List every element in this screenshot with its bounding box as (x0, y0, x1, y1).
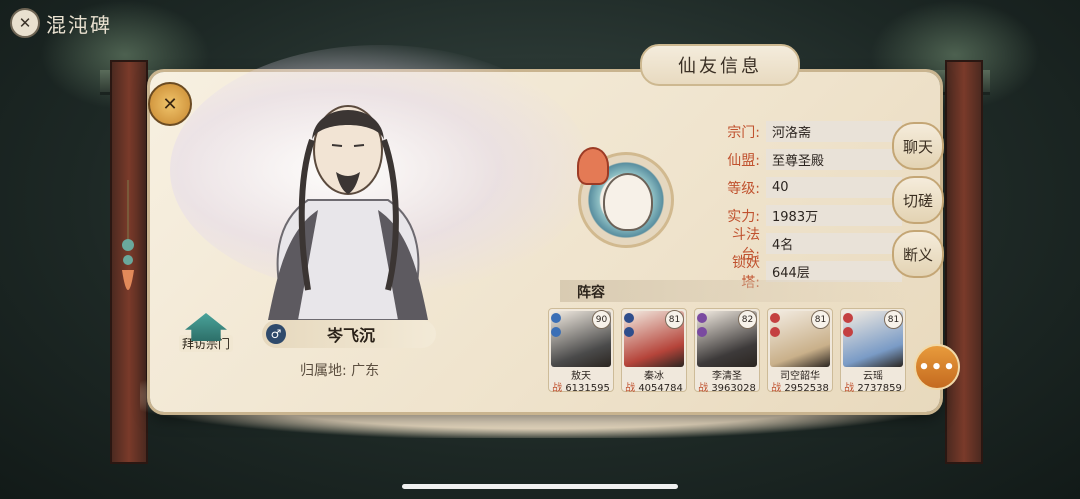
info-label: 仙盟: (727, 152, 760, 169)
hero-card[interactable]: 82 李清圣战 3963028 (694, 308, 760, 394)
sect-medal-icon: ✕ (148, 82, 192, 126)
info-list: 宗门: 河洛斋 仙盟: 至尊圣殿 等级: 40 实力: 1983万 斗法台: 4… (714, 118, 902, 291)
power-prefix: 战 (771, 383, 782, 394)
info-row-level: 等级: 40 (714, 174, 902, 201)
hero-card[interactable]: 81 司空韶华战 2952538 (767, 308, 833, 394)
element-icon (624, 313, 634, 323)
power-value: 3963028 (711, 383, 756, 394)
male-icon: ♂ (266, 324, 286, 344)
lineup-label: 阵容 (577, 285, 605, 301)
visit-sect-button[interactable]: 拜访宗门 (178, 300, 234, 352)
more-button[interactable]: ••• (914, 344, 960, 390)
element-icon (551, 327, 561, 337)
avatar-face (603, 173, 653, 231)
gate-pillar-right (945, 60, 983, 464)
hero-level: 81 (884, 310, 903, 329)
player-avatar[interactable] (577, 147, 674, 248)
chat-button[interactable]: 聊天 (892, 122, 944, 170)
power-prefix: 战 (625, 383, 636, 394)
element-icon (843, 313, 853, 323)
hero-card[interactable]: 90 敖天战 6131595 (548, 308, 614, 394)
hero-level: 90 (592, 310, 611, 329)
hero-power: 战 6131595 (549, 379, 613, 394)
hero-card[interactable]: 81 秦冰战 4054784 (621, 308, 687, 394)
top-bar: ✕ 混沌碑 (10, 8, 112, 38)
hero-power: 战 3963028 (695, 379, 759, 394)
close-icon[interactable]: ✕ (10, 8, 40, 38)
hero-level: 81 (811, 310, 830, 329)
info-label: 等级: (727, 180, 760, 197)
power-value: 6131595 (565, 383, 610, 394)
power-value: 2952538 (784, 383, 829, 394)
info-label: 实力: (727, 208, 760, 225)
lineup-header-bar (560, 280, 920, 302)
element-icon (843, 327, 853, 337)
screen-title: 混沌碑 (46, 12, 112, 37)
power-prefix: 战 (844, 383, 855, 394)
hero-power: 战 4054784 (622, 379, 686, 394)
info-value: 1983万 (766, 205, 902, 226)
element-icon (697, 327, 707, 337)
hero-level: 81 (665, 310, 684, 329)
power-prefix: 战 (552, 383, 563, 394)
power-value: 2737859 (857, 383, 902, 394)
name-plate: ♂ 岑飞沉 (262, 320, 436, 348)
phoenix-icon (577, 147, 609, 185)
power-value: 4054784 (638, 383, 683, 394)
info-value: 至尊圣殿 (766, 149, 902, 170)
player-name: 岑飞沉 (326, 326, 375, 345)
info-value: 4名 (766, 233, 902, 254)
info-value: 河洛斋 (766, 121, 902, 142)
character-portrait (228, 90, 468, 321)
power-prefix: 战 (698, 383, 709, 394)
info-row-alliance: 仙盟: 至尊圣殿 (714, 146, 902, 173)
hero-card[interactable]: 81 云瑶战 2737859 (840, 308, 906, 394)
home-indicator[interactable] (402, 484, 678, 489)
element-icon (770, 327, 780, 337)
element-icon (697, 313, 707, 323)
card-header: 仙友信息 (640, 44, 800, 86)
tassel-decoration (122, 180, 134, 290)
element-icon (624, 327, 634, 337)
element-icon (770, 313, 780, 323)
region-line: 归属地: 广东 (300, 360, 379, 380)
sect-gate-icon (185, 313, 227, 341)
info-value: 644层 (766, 261, 902, 282)
info-value: 40 (766, 177, 902, 198)
hero-power: 战 2737859 (841, 379, 905, 394)
region-label: 归属地: (300, 363, 347, 379)
info-row-sect: 宗门: 河洛斋 (714, 118, 902, 145)
region-value: 广东 (351, 363, 380, 379)
hero-lineup: 90 敖天战 6131595 81 秦冰战 4054784 82 李清圣战 3963028… (548, 308, 906, 394)
element-icon (551, 313, 561, 323)
hero-level: 82 (738, 310, 757, 329)
break-bond-button[interactable]: 断义 (892, 230, 944, 278)
spar-button[interactable]: 切磋 (892, 176, 944, 224)
hero-power: 战 2952538 (768, 379, 832, 394)
info-label: 宗门: (727, 124, 760, 141)
